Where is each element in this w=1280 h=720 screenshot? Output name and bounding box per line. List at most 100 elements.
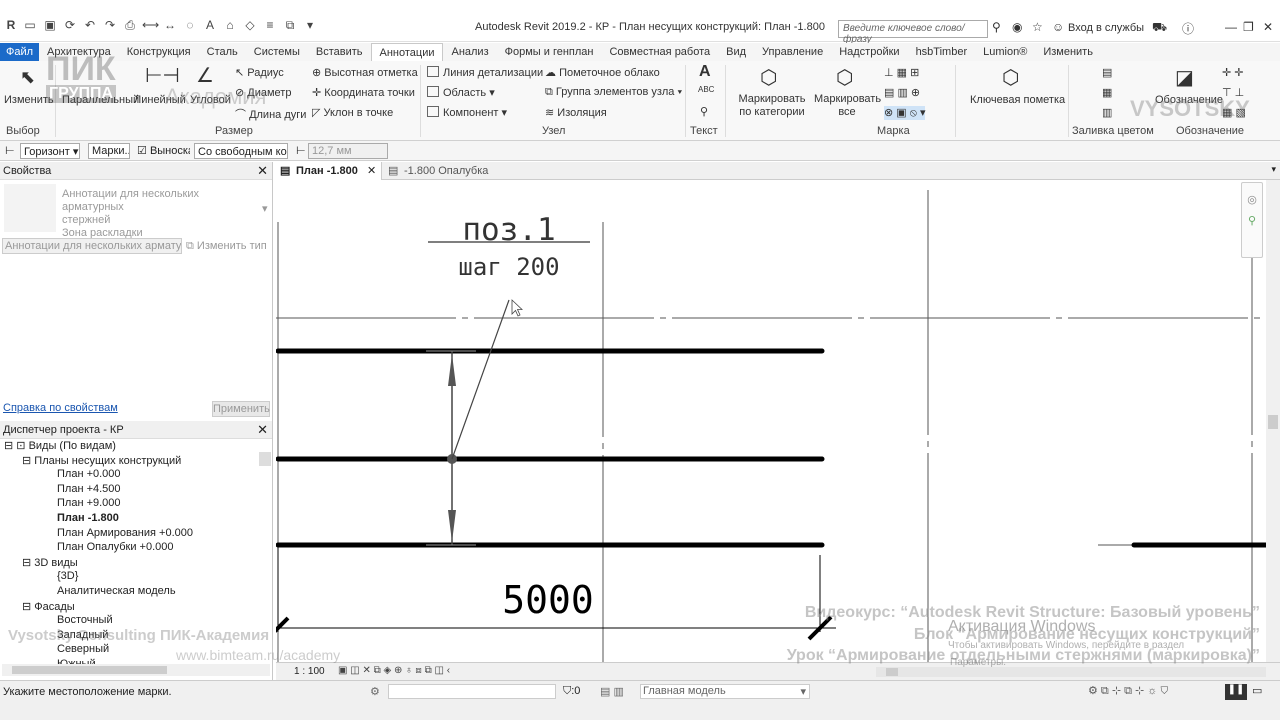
tag-section-label[interactable]: Марка	[877, 125, 910, 137]
keynote-button[interactable]: Ключевая пометка	[970, 94, 1065, 106]
tag-leader-line[interactable]	[451, 299, 510, 460]
tab-modify[interactable]: Изменить	[1035, 43, 1101, 61]
leader-length-input[interactable]: 12,7 мм	[308, 143, 388, 159]
collapse-icon[interactable]: ⊟	[22, 601, 31, 613]
text-icon[interactable]: A	[699, 63, 711, 81]
scrollbar-thumb[interactable]	[1268, 415, 1278, 429]
span-direction-icon[interactable]: ✛ ✛	[1222, 66, 1244, 79]
tab-lumion[interactable]: Lumion®	[975, 43, 1035, 61]
tab-annotate[interactable]: Аннотации	[370, 43, 444, 61]
type-selector[interactable]: Аннотации для нескольких арматурных стер…	[62, 188, 252, 240]
leader-checkbox[interactable]: ☑ Выноска	[134, 143, 190, 159]
color-fill-legend-icon[interactable]: ▥	[1102, 106, 1112, 119]
plan-drawing[interactable]: поз.1 шаг 200 5000	[276, 180, 1280, 662]
material-tag-icon[interactable]: ▤ ▥ ⊕	[884, 86, 920, 99]
3d-view-icon[interactable]: ⌂	[222, 18, 238, 32]
spot-elevation-button[interactable]: ⊕ Высотная отметка	[312, 66, 418, 79]
screen-icon[interactable]: ▭	[1252, 684, 1262, 697]
design-option-select[interactable]: Главная модель ▾	[640, 684, 810, 699]
search-input[interactable]: Введите ключевое слово/фразу	[838, 20, 988, 45]
user-icon[interactable]: ☺	[1052, 20, 1064, 34]
measure-icon[interactable]: ⟷	[142, 18, 159, 32]
duct-legend-icon[interactable]: ▤	[1102, 66, 1112, 79]
open-icon[interactable]: ▭	[22, 18, 38, 32]
chevron-down-icon[interactable]: ▾	[1271, 164, 1276, 175]
tree-item-3d-views[interactable]: ⊟ 3D виды	[0, 556, 272, 571]
multi-rebar-tag-icon[interactable]: ⊥ ▦ ⊞	[884, 66, 919, 79]
close-icon[interactable]: ✕	[1263, 20, 1273, 34]
sync-icon[interactable]: ⟳	[62, 18, 78, 32]
tab-structure[interactable]: Конструкция	[119, 43, 199, 61]
close-icon[interactable]: ✕	[257, 162, 268, 180]
dimension-section-label[interactable]: Размер	[215, 125, 253, 137]
find-replace-icon[interactable]: ⚲	[700, 105, 708, 118]
close-icon[interactable]: ✕	[257, 421, 268, 439]
pipe-legend-icon[interactable]: ▦	[1102, 86, 1112, 99]
horizontal-scrollbar[interactable]	[2, 664, 270, 676]
spot-coordinate-button[interactable]: ✛ Координата точки	[312, 86, 415, 99]
tree-item-plan[interactable]: План Армирования +0.000	[0, 527, 272, 542]
active-workset-select[interactable]	[388, 684, 556, 699]
switch-windows-icon[interactable]: ▾	[302, 18, 318, 32]
radius-button[interactable]: ↖ Радиус	[235, 66, 284, 79]
tags-button[interactable]: Марки...	[88, 143, 130, 159]
subscription-icon[interactable]: ◉	[1012, 20, 1022, 34]
undo-icon[interactable]: ↶	[82, 18, 98, 32]
collapse-icon[interactable]: ⊟	[4, 440, 13, 452]
tab-addins[interactable]: Надстройки	[831, 43, 907, 61]
dimension-value-text[interactable]: 5000	[502, 578, 594, 622]
thin-lines-icon[interactable]: ≡	[262, 18, 278, 32]
apply-button[interactable]: Применить	[212, 401, 270, 417]
tree-item-3d[interactable]: Аналитическая модель	[0, 585, 272, 600]
dimension-icon[interactable]: ↔	[162, 18, 178, 32]
tag-all-button[interactable]: Маркировать все	[814, 93, 881, 119]
tree-item-plan-active[interactable]: План -1.800	[0, 512, 272, 527]
tab-file[interactable]: Файл	[0, 43, 40, 61]
pause-icon[interactable]: ❚❚	[1225, 684, 1247, 700]
horizontal-scrollbar[interactable]	[876, 667, 1266, 677]
multi-rebar-annotation-icon[interactable]: ⊗ ▣ ⦸ ▾	[884, 106, 926, 120]
star-icon[interactable]: ☆	[1032, 20, 1043, 34]
tab-manage[interactable]: Управление	[754, 43, 831, 61]
color-fill-section-label[interactable]: Заливка цветом	[1072, 125, 1154, 137]
detail-group-button[interactable]: ⧉ Группа элементов узла ▾	[545, 86, 682, 99]
vertical-scrollbar-thumb[interactable]	[259, 452, 271, 466]
tag-icon[interactable]: ◌	[182, 18, 198, 32]
worksets-icon[interactable]: ⚙	[370, 685, 380, 698]
tree-item-plan[interactable]: План Опалубки +0.000	[0, 541, 272, 556]
zoom-icon[interactable]: ⚲	[1242, 214, 1262, 227]
tree-item-plan[interactable]: План +9.000	[0, 497, 272, 512]
maximize-icon[interactable]: ❐	[1243, 20, 1254, 34]
redo-icon[interactable]: ↷	[102, 18, 118, 32]
view-tab-formwork[interactable]: ▤ -1.800 Опалубка	[384, 162, 488, 180]
tab-view[interactable]: Вид	[718, 43, 754, 61]
chevron-down-icon[interactable]: ▾	[262, 202, 268, 215]
collapse-icon[interactable]: ⊟	[22, 557, 31, 569]
steering-wheel-icon[interactable]: ◎	[1242, 193, 1262, 206]
tag-by-category-button[interactable]: Маркировать по категории	[734, 93, 810, 119]
component-button[interactable]: Компонент ▾	[427, 106, 507, 119]
tab-systems[interactable]: Системы	[246, 43, 308, 61]
tab-analyze[interactable]: Анализ	[443, 43, 496, 61]
tree-item-views[interactable]: ⊟ ⊡ Виды (По видам)	[0, 439, 272, 454]
tree-item-plan[interactable]: План +4.500	[0, 483, 272, 498]
cart-icon[interactable]: ⛟	[1152, 20, 1167, 36]
collapse-icon[interactable]: ⊟	[22, 455, 31, 467]
tab-steel[interactable]: Сталь	[199, 43, 246, 61]
tree-item-structural-plans[interactable]: ⊟ Планы несущих конструкций	[0, 454, 272, 469]
edit-type-button[interactable]: ⧉ Изменить тип	[186, 240, 267, 253]
save-icon[interactable]: ▣	[42, 18, 58, 32]
vertical-scrollbar[interactable]	[1266, 180, 1280, 662]
tag-position-text[interactable]: поз.1	[462, 212, 555, 248]
close-hidden-icon[interactable]: ⧉	[282, 18, 298, 32]
scrollbar-thumb[interactable]	[886, 668, 898, 676]
text-section-label[interactable]: Текст	[690, 125, 718, 137]
minimize-icon[interactable]: —	[1225, 20, 1237, 34]
print-icon[interactable]: ⎙	[122, 18, 138, 32]
revit-logo-icon[interactable]: R	[4, 18, 18, 32]
help-icon[interactable]: ⓘ	[1182, 20, 1194, 37]
revision-cloud-button[interactable]: ☁ Пометочное облако	[545, 66, 660, 79]
properties-help-link[interactable]: Справка по свойствам	[3, 402, 118, 414]
selection-filter-icons[interactable]: ⚙ ⧉ ⊹ ⧉ ⊹ ☼ ⛉	[1088, 684, 1168, 698]
section-icon[interactable]: ◇	[242, 18, 258, 32]
